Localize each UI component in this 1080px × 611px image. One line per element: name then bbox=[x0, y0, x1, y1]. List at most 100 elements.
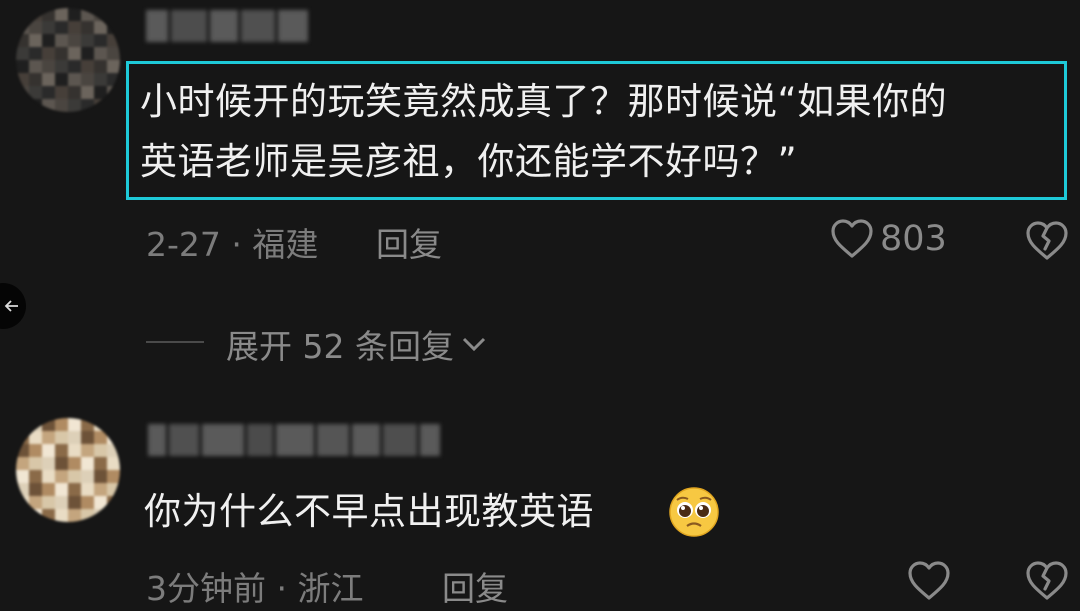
avatar-pixel bbox=[42, 8, 55, 21]
back-button[interactable] bbox=[0, 283, 26, 329]
avatar-pixel bbox=[42, 483, 55, 496]
avatar-pixel bbox=[55, 483, 68, 496]
avatar-pixel bbox=[107, 483, 120, 496]
comment-location: 福建 bbox=[252, 225, 319, 264]
reply-button[interactable]: 回复 bbox=[442, 562, 508, 610]
avatar-pixel bbox=[29, 418, 42, 431]
avatar-pixel bbox=[81, 509, 94, 522]
avatar-pixel bbox=[42, 431, 55, 444]
avatar-pixel bbox=[94, 483, 107, 496]
heart-outline-icon[interactable] bbox=[906, 560, 952, 602]
avatar-pixel bbox=[68, 431, 81, 444]
pleading-face-icon bbox=[668, 486, 720, 538]
avatar-pixel bbox=[29, 34, 42, 47]
avatar-pixel bbox=[107, 496, 120, 509]
avatar-pixel bbox=[94, 509, 107, 522]
avatar-pixel bbox=[29, 431, 42, 444]
avatar-pixel bbox=[42, 418, 55, 431]
avatar-pixel bbox=[81, 21, 94, 34]
avatar-pixel bbox=[16, 444, 29, 457]
avatar-pixel bbox=[68, 444, 81, 457]
divider-line bbox=[146, 341, 204, 343]
avatar-pixel bbox=[94, 496, 107, 509]
username-blurred[interactable] bbox=[148, 424, 440, 456]
avatar-pixel bbox=[16, 470, 29, 483]
avatar-pixel bbox=[55, 470, 68, 483]
like-count: 803 bbox=[880, 219, 947, 259]
avatar-pixel bbox=[107, 470, 120, 483]
avatar-pixel bbox=[94, 73, 107, 86]
avatar-pixel bbox=[107, 8, 120, 21]
avatar-pixel bbox=[42, 47, 55, 60]
avatar-pixel bbox=[29, 60, 42, 73]
avatar-pixel bbox=[94, 431, 107, 444]
avatar-pixel bbox=[68, 99, 81, 112]
avatar-pixel bbox=[55, 47, 68, 60]
avatar-pixel bbox=[94, 47, 107, 60]
avatar-pixel bbox=[16, 99, 29, 112]
avatar[interactable] bbox=[16, 8, 120, 112]
avatar-pixel bbox=[94, 444, 107, 457]
expand-replies-button[interactable]: 展开 52 条回复 bbox=[226, 320, 488, 368]
avatar-pixel bbox=[55, 431, 68, 444]
avatar-pixel bbox=[107, 34, 120, 47]
comment-date: 2-27 bbox=[146, 225, 221, 264]
avatar-pixel bbox=[81, 60, 94, 73]
avatar-pixel bbox=[55, 99, 68, 112]
avatar-pixel bbox=[55, 444, 68, 457]
username-blurred[interactable] bbox=[146, 10, 308, 42]
avatar-pixel bbox=[29, 444, 42, 457]
comment-meta: 2-27 · 福建 bbox=[146, 218, 318, 266]
reply-button[interactable]: 回复 bbox=[376, 218, 442, 266]
avatar-pixel bbox=[81, 431, 94, 444]
avatar-pixel bbox=[81, 34, 94, 47]
comment-location: 浙江 bbox=[297, 569, 364, 608]
avatar-pixel bbox=[29, 73, 42, 86]
avatar-pixel bbox=[29, 8, 42, 21]
avatar-pixel bbox=[81, 457, 94, 470]
avatar-pixel bbox=[16, 431, 29, 444]
avatar-pixel bbox=[94, 21, 107, 34]
avatar-pixel bbox=[94, 34, 107, 47]
comment-text: 你为什么不早点出现教英语 bbox=[144, 490, 594, 533]
avatar[interactable] bbox=[16, 418, 120, 522]
avatar-pixel bbox=[55, 509, 68, 522]
avatar-pixel bbox=[16, 86, 29, 99]
avatar-pixel bbox=[55, 496, 68, 509]
meta-separator: · bbox=[266, 569, 298, 608]
avatar-pixel bbox=[94, 457, 107, 470]
avatar-pixel bbox=[94, 470, 107, 483]
avatar-pixel bbox=[42, 86, 55, 99]
avatar-pixel bbox=[16, 457, 29, 470]
avatar-pixel bbox=[107, 431, 120, 444]
avatar-pixel bbox=[55, 21, 68, 34]
broken-heart-icon[interactable] bbox=[1024, 220, 1070, 262]
avatar-pixel bbox=[107, 444, 120, 457]
broken-heart-icon[interactable] bbox=[1024, 560, 1070, 602]
avatar-pixel bbox=[29, 99, 42, 112]
avatar-pixel bbox=[68, 8, 81, 21]
avatar-pixel bbox=[81, 483, 94, 496]
avatar-pixel bbox=[55, 418, 68, 431]
avatar-pixel bbox=[29, 47, 42, 60]
avatar-pixel bbox=[29, 509, 42, 522]
avatar-pixel bbox=[55, 73, 68, 86]
avatar-pixel bbox=[55, 457, 68, 470]
avatar-pixel bbox=[16, 47, 29, 60]
comment-text-line-2: 英语老师是吴彦祖，你还能学不好吗？” bbox=[140, 140, 798, 183]
avatar-pixel bbox=[16, 60, 29, 73]
comment-meta: 3分钟前 · 浙江 bbox=[146, 562, 363, 610]
avatar-pixel bbox=[42, 457, 55, 470]
avatar-pixel bbox=[29, 21, 42, 34]
expand-replies-label: 展开 52 条回复 bbox=[226, 327, 454, 366]
avatar-pixel bbox=[55, 60, 68, 73]
avatar-pixel bbox=[42, 60, 55, 73]
avatar-pixel bbox=[55, 8, 68, 21]
avatar-pixel bbox=[42, 21, 55, 34]
avatar-pixel bbox=[55, 86, 68, 99]
avatar-pixel bbox=[94, 418, 107, 431]
avatar-pixel bbox=[42, 73, 55, 86]
like-button[interactable]: 803 bbox=[830, 218, 947, 260]
avatar-pixel bbox=[107, 418, 120, 431]
avatar-pixel bbox=[16, 418, 29, 431]
